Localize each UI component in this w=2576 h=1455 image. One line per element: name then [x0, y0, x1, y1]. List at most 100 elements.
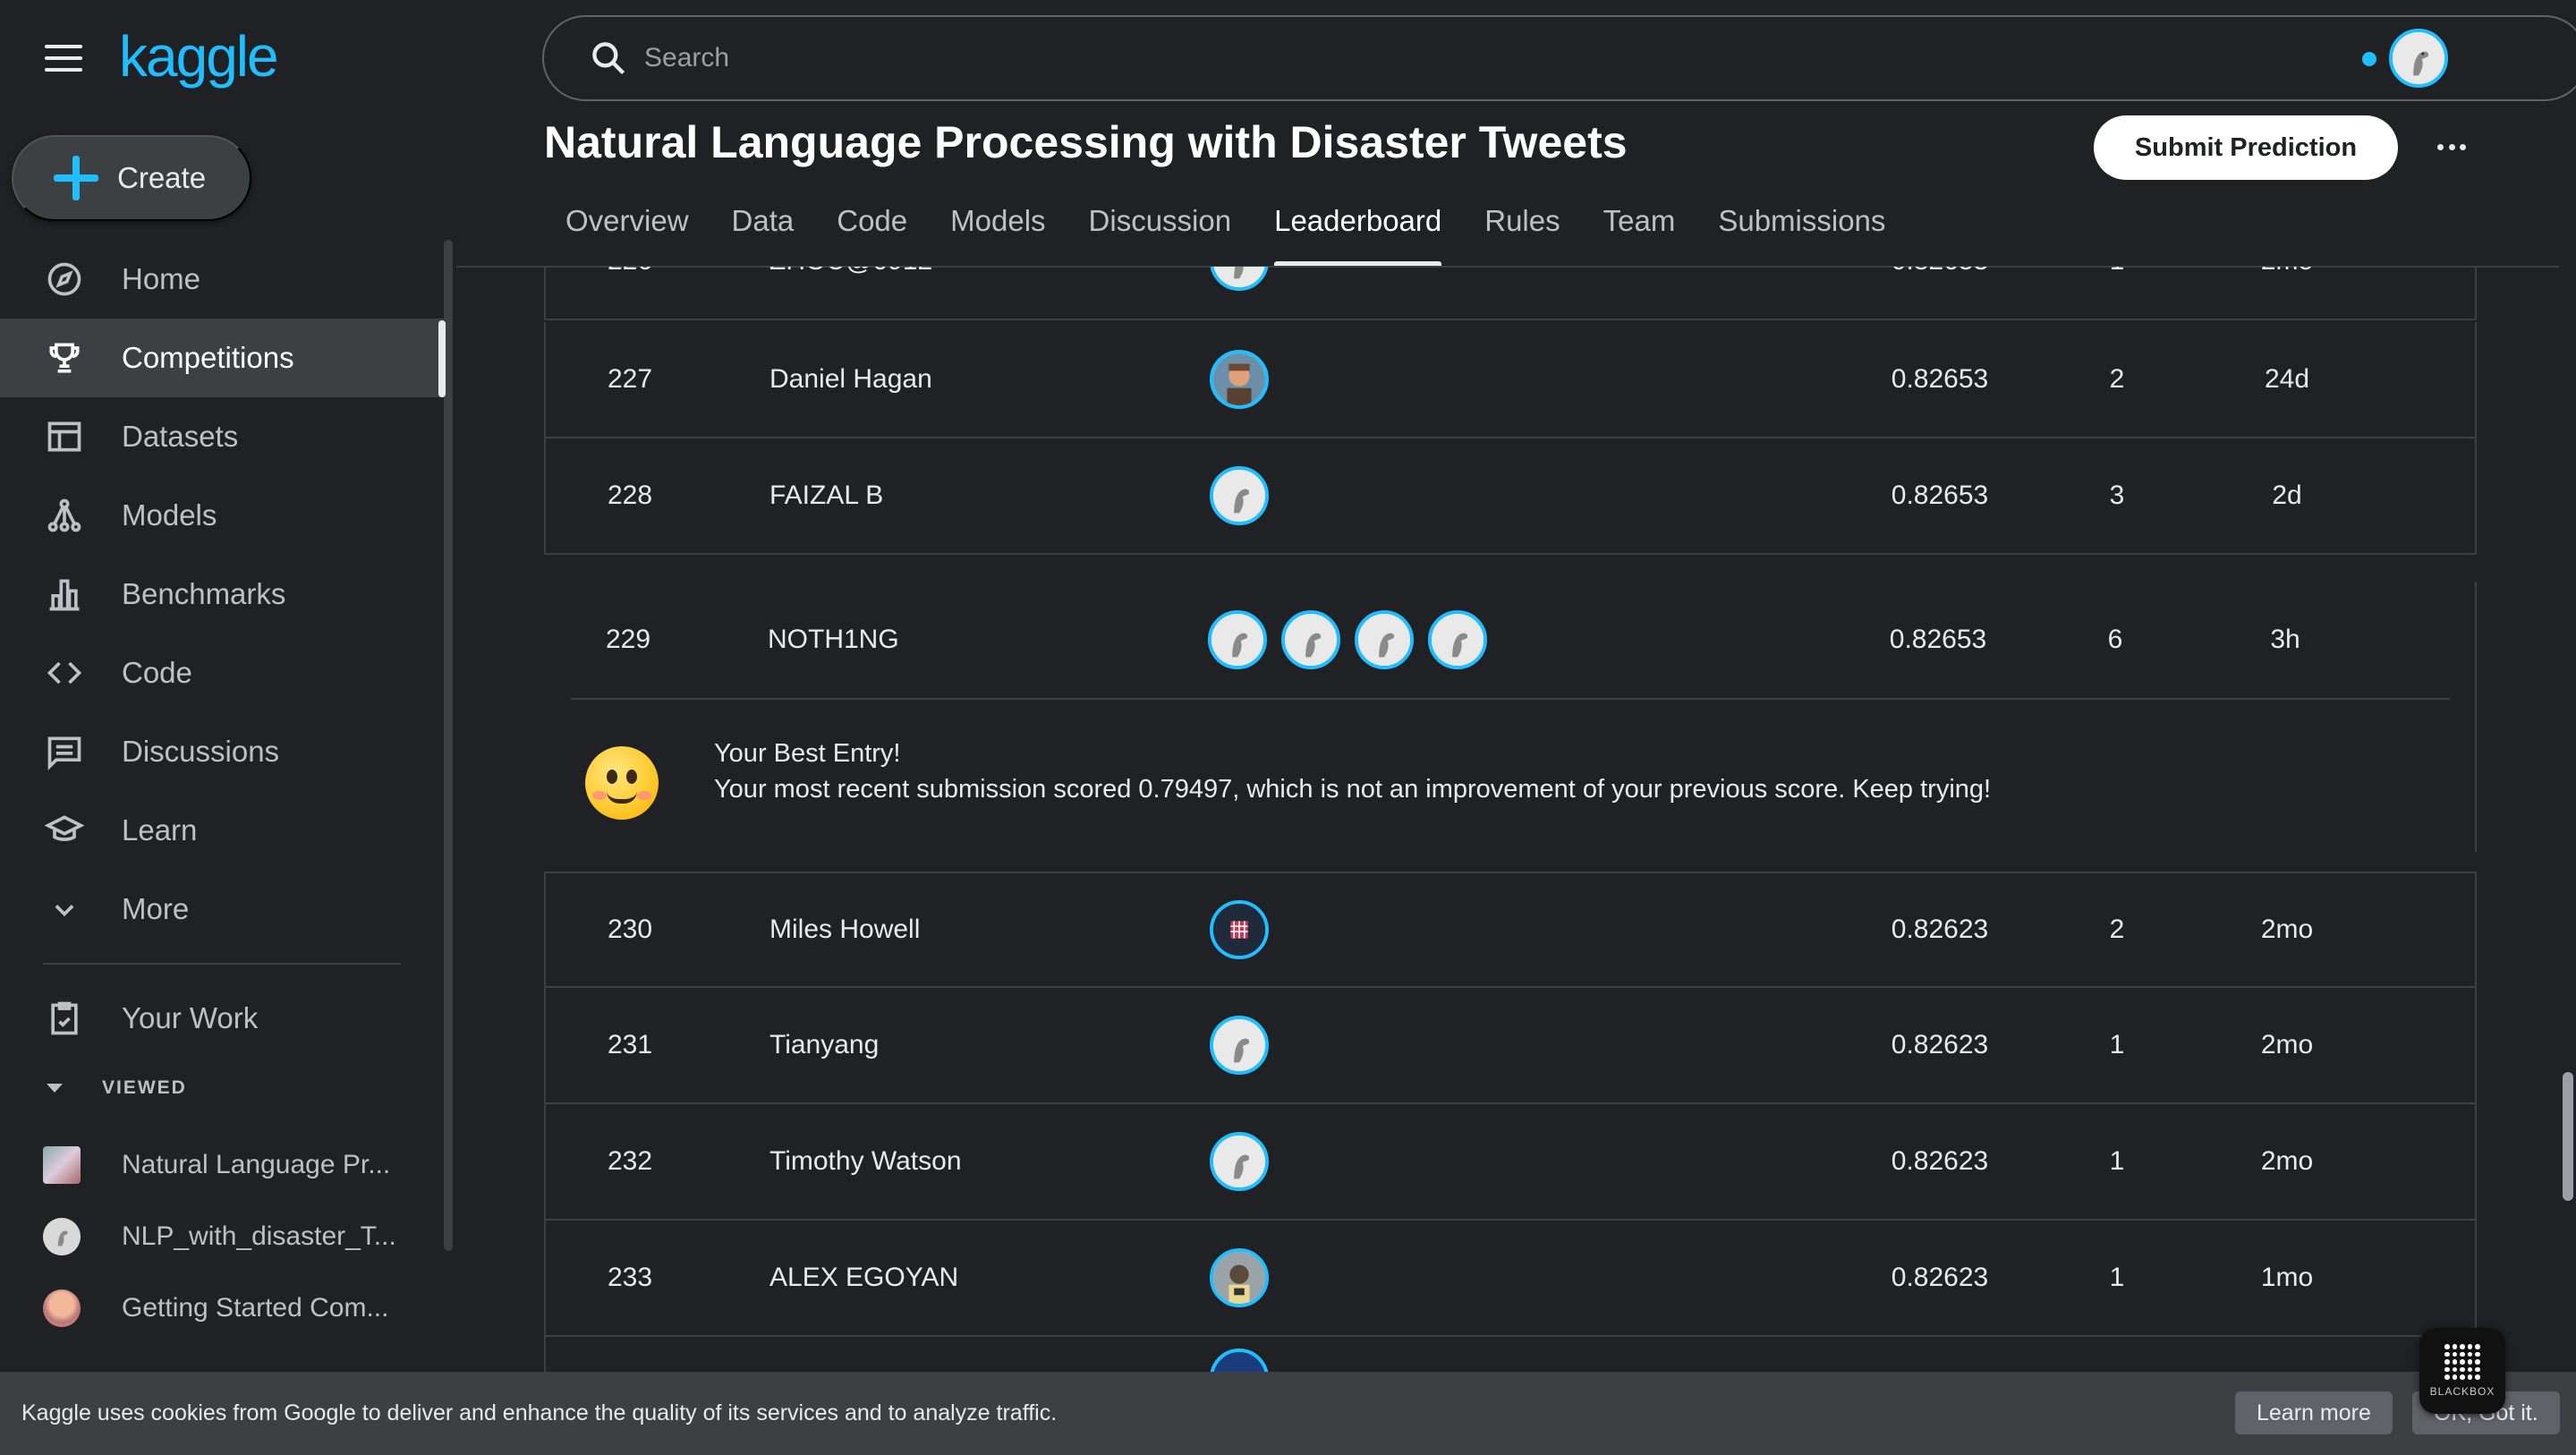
search-bar[interactable]: [542, 15, 2576, 101]
sidebar-item-benchmarks[interactable]: Benchmarks: [0, 555, 444, 634]
avatar[interactable]: [1210, 1132, 1269, 1191]
viewed-item[interactable]: Getting Started Com...: [0, 1272, 444, 1344]
avatar[interactable]: [1210, 900, 1269, 959]
create-button[interactable]: Create: [12, 135, 251, 221]
trophy-icon: [43, 336, 86, 379]
submit-prediction-button[interactable]: Submit Prediction: [2094, 115, 2398, 180]
table-row[interactable]: 231 Tianyang 0.82623 1 2mo: [544, 988, 2477, 1104]
entries-cell: 1: [2109, 1030, 2125, 1059]
avatar[interactable]: [1281, 610, 1340, 669]
bar-chart-icon: [43, 573, 86, 616]
sidebar-item-learn[interactable]: Learn: [0, 791, 444, 870]
avatar[interactable]: [1210, 1349, 1269, 1373]
learn-more-button[interactable]: Learn more: [2235, 1391, 2393, 1434]
menu-icon[interactable]: [45, 43, 82, 73]
sidebar-item-models[interactable]: Models: [0, 476, 444, 555]
avatar[interactable]: [1355, 610, 1414, 669]
sidebar-item-label: Home: [122, 262, 201, 295]
tab-leaderboard[interactable]: Leaderboard: [1253, 199, 1463, 267]
team-name-cell[interactable]: FAIZAL B: [769, 481, 883, 511]
comment-icon: [43, 730, 86, 773]
sidebar-item-your-work[interactable]: Your Work: [0, 979, 444, 1058]
tab-models[interactable]: Models: [929, 199, 1067, 267]
competition-tabs: Overview Data Code Models Discussion Lea…: [544, 199, 1907, 267]
avatar[interactable]: [1208, 610, 1267, 669]
sidebar-item-label: Datasets: [122, 420, 239, 453]
sidebar-scrollbar-thumb[interactable]: [438, 320, 446, 397]
team-name-cell[interactable]: ZHOU@0912: [769, 267, 932, 277]
page-title: Natural Language Processing with Disaste…: [544, 117, 1628, 167]
sidebar: kaggle Create Home Competitions Datasets: [0, 0, 456, 1455]
score-cell: 0.82623: [1891, 1146, 1989, 1176]
search-input[interactable]: [644, 43, 2344, 73]
blackbox-widget[interactable]: BLACKBOX: [2419, 1328, 2505, 1414]
sidebar-item-home[interactable]: Home: [0, 240, 444, 319]
tab-rules[interactable]: Rules: [1463, 199, 1581, 267]
viewed-item-label: Natural Language Pr...: [122, 1150, 391, 1179]
table-row[interactable]: [544, 1337, 2477, 1373]
avatar[interactable]: [1210, 466, 1269, 525]
entries-cell: 2: [2109, 364, 2125, 394]
avatar[interactable]: [1210, 350, 1269, 409]
cookie-text: Kaggle uses cookies from Google to deliv…: [21, 1400, 1058, 1425]
rank-cell: 226: [576, 267, 684, 277]
sidebar-item-label: More: [122, 892, 190, 925]
tab-code[interactable]: Code: [815, 199, 929, 267]
score-cell: 0.82653: [1891, 364, 1989, 394]
score-cell: 0.82653: [1868, 267, 2011, 277]
rank-cell: 231: [607, 1030, 653, 1059]
team-members: [1208, 610, 1487, 669]
table-row[interactable]: 233 ALEX EGOYAN 0.82623 1 1mo: [544, 1221, 2477, 1337]
sidebar-item-discussions[interactable]: Discussions: [0, 712, 444, 791]
team-members: [1210, 267, 1269, 291]
tab-discussion[interactable]: Discussion: [1067, 199, 1254, 267]
last-submission-cell: 24d: [2264, 364, 2310, 394]
avatar[interactable]: [1210, 1248, 1269, 1307]
avatar[interactable]: [1210, 1016, 1269, 1075]
team-name-cell[interactable]: Timothy Watson: [769, 1146, 962, 1177]
main-scrollbar-thumb[interactable]: [2563, 1072, 2573, 1201]
table-row-highlight[interactable]: 229 NOTH1NG 0.82653 6 3h: [544, 582, 2477, 698]
sidebar-item-competitions[interactable]: Competitions: [0, 319, 444, 397]
sidebar-item-code[interactable]: Code: [0, 634, 444, 712]
rank-cell: 232: [607, 1146, 653, 1176]
tab-data[interactable]: Data: [710, 199, 816, 267]
entries-cell: 6: [2107, 625, 2123, 654]
tab-team[interactable]: Team: [1582, 199, 1697, 267]
viewed-toggle[interactable]: VIEWED: [47, 1077, 187, 1099]
table-icon: [43, 415, 86, 458]
score-cell: 0.82653: [1889, 625, 1987, 654]
table-row[interactable]: 228 FAIZAL B 0.82653 3 2d: [544, 438, 2477, 555]
viewed-list: Natural Language Pr... NLP_with_disaster…: [0, 1129, 444, 1344]
tab-overview[interactable]: Overview: [544, 199, 710, 267]
sidebar-divider: [43, 963, 401, 965]
more-options-icon[interactable]: [2434, 131, 2470, 163]
competition-thumbnail: [43, 1289, 81, 1327]
sidebar-item-label: Learn: [122, 813, 198, 847]
school-icon: [43, 809, 86, 852]
team-name-cell[interactable]: NOTH1NG: [768, 625, 899, 655]
sidebar-item-label: Models: [122, 498, 217, 532]
avatar[interactable]: [1428, 610, 1487, 669]
viewed-item[interactable]: NLP_with_disaster_T...: [0, 1201, 444, 1272]
table-row[interactable]: 227 Daniel Hagan 0.82653 2 24d: [544, 322, 2477, 438]
entries-cell: 2: [2109, 915, 2125, 944]
user-avatar[interactable]: [2389, 29, 2448, 88]
table-row[interactable]: 226 ZHOU@0912 0.82653 1 2mo: [544, 267, 2477, 320]
sidebar-item-label: Competitions: [122, 341, 294, 374]
sidebar-item-more[interactable]: More: [0, 870, 444, 949]
kaggle-logo[interactable]: kaggle: [119, 23, 279, 89]
table-row[interactable]: 232 Timothy Watson 0.82623 1 2mo: [544, 1104, 2477, 1221]
team-name-cell[interactable]: ALEX EGOYAN: [769, 1263, 958, 1293]
viewed-heading: VIEWED: [102, 1077, 187, 1098]
avatar[interactable]: [1210, 267, 1269, 291]
team-name-cell[interactable]: Miles Howell: [769, 915, 920, 945]
team-members: [1210, 900, 1269, 959]
viewed-item[interactable]: Natural Language Pr...: [0, 1129, 444, 1201]
tab-submissions[interactable]: Submissions: [1696, 199, 1907, 267]
team-name-cell[interactable]: Daniel Hagan: [769, 364, 932, 395]
smiling-face-icon: [585, 746, 659, 820]
sidebar-item-datasets[interactable]: Datasets: [0, 397, 444, 476]
team-name-cell[interactable]: Tianyang: [769, 1030, 879, 1060]
table-row[interactable]: 230 Miles Howell 0.82623 2 2mo: [544, 872, 2477, 988]
